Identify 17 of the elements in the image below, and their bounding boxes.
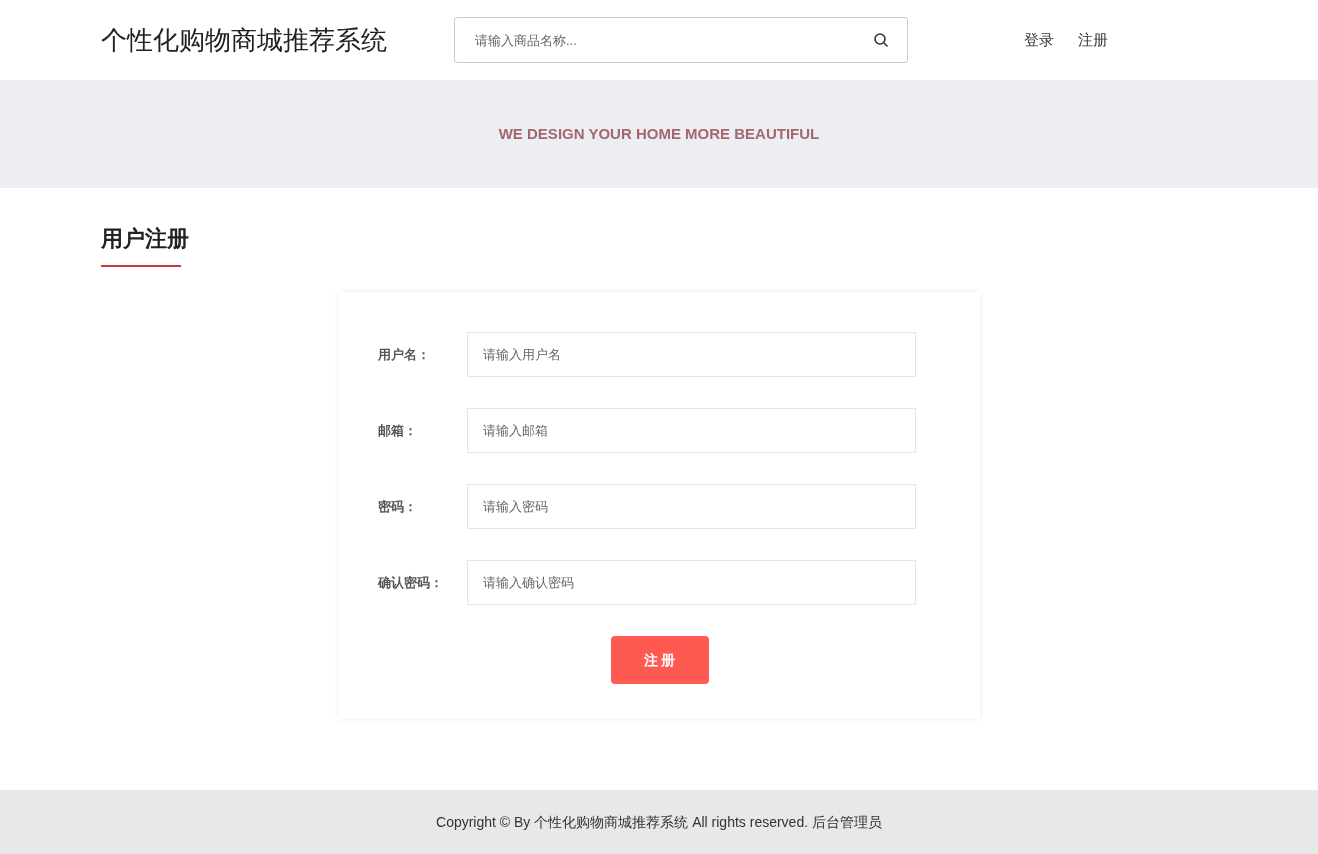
section-title: 用户注册: [101, 225, 189, 253]
field-label: 邮箱：: [378, 421, 418, 440]
copyright-text: Copyright © By 个性化购物商城推荐系统 All rights reserved. 后台管理员: [436, 812, 882, 832]
field-label: 确认密码：: [378, 573, 444, 592]
input-field[interactable]: 请输入密码: [467, 484, 916, 529]
banner-tagline: WE DESIGN YOUR HOME MORE BEAUTIFUL: [498, 123, 820, 144]
search-field[interactable]: 请输入商品名称...: [454, 17, 908, 63]
search-icon[interactable]: [873, 32, 889, 48]
admin-link[interactable]: 后台管理员: [811, 813, 882, 830]
input-field[interactable]: 请输入用户名: [467, 332, 916, 377]
field-label: 密码：: [378, 497, 418, 516]
site-logo[interactable]: 个性化购物商城推荐系统: [101, 20, 454, 60]
input-field[interactable]: 请输入邮箱: [467, 408, 916, 453]
nav-link[interactable]: 注册: [1078, 28, 1108, 52]
nav-link[interactable]: 登录: [1024, 28, 1054, 52]
input-field[interactable]: 请输入确认密码: [467, 560, 916, 605]
field-label: 用户名：: [378, 345, 431, 364]
